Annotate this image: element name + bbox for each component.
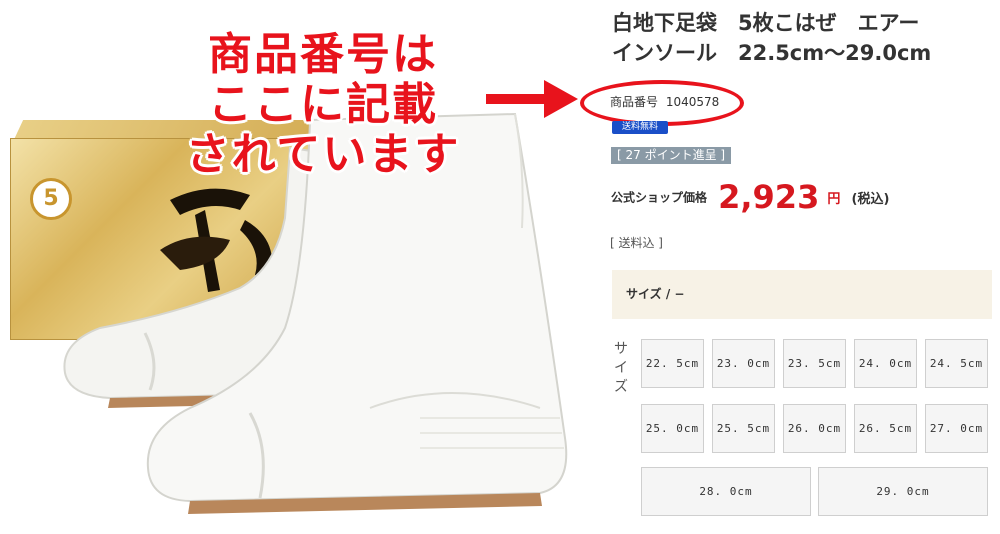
- size-option-25-5[interactable]: 25. 5cm: [712, 404, 775, 453]
- size-option-26-5[interactable]: 26. 5cm: [854, 404, 917, 453]
- size-option-23-5[interactable]: 23. 5cm: [783, 339, 846, 388]
- annotation-text: 商品番号は ここに記載 されています: [178, 30, 468, 180]
- size-option-27-0[interactable]: 27. 0cm: [925, 404, 988, 453]
- size-option-22-5[interactable]: 22. 5cm: [641, 339, 704, 388]
- size-option-29-0[interactable]: 29. 0cm: [818, 467, 988, 516]
- price-value: 2,923: [718, 178, 820, 216]
- annotation-line-2: ここに記載: [208, 79, 438, 130]
- shipping-note: [ 送料込 ]: [610, 236, 663, 250]
- right-arrow-icon: [486, 80, 578, 118]
- annotation-line-3: されています: [185, 129, 461, 180]
- size-option-26-0[interactable]: 26. 0cm: [783, 404, 846, 453]
- product-title: 白地下足袋 5枚こはぜ エアー インソール 22.5cm〜29.0cm: [612, 8, 997, 68]
- size-option-25-0[interactable]: 25. 0cm: [641, 404, 704, 453]
- price-tax-note: (税込): [851, 191, 890, 207]
- size-label-char-1: サ: [614, 341, 628, 357]
- size-option-23-0[interactable]: 23. 0cm: [712, 339, 775, 388]
- size-options: 22. 5cm 23. 0cm 23. 5cm 24. 0cm 24. 5cm …: [641, 339, 993, 519]
- price-label: 公式ショップ価格: [611, 190, 708, 205]
- size-label-char-2: イ: [614, 360, 628, 376]
- price-block: 公式ショップ価格 2,923 円 (税込): [611, 178, 889, 216]
- product-title-line-2: インソール 22.5cm〜29.0cm: [612, 41, 932, 65]
- size-label-char-3: ズ: [614, 379, 628, 395]
- annotation-line-1: 商品番号は: [208, 29, 438, 80]
- highlight-circle: [580, 80, 744, 126]
- product-title-line-1: 白地下足袋 5枚こはぜ エアー: [612, 11, 920, 35]
- free-shipping-badge: 送料無料: [612, 121, 668, 134]
- size-vertical-label: サ イ ズ: [612, 340, 630, 397]
- size-option-24-0[interactable]: 24. 0cm: [854, 339, 917, 388]
- price-unit: 円: [827, 191, 841, 207]
- size-option-28-0[interactable]: 28. 0cm: [641, 467, 811, 516]
- size-option-24-5[interactable]: 24. 5cm: [925, 339, 988, 388]
- points-badge: [ 27 ポイント進呈 ]: [611, 147, 732, 164]
- size-selection-header: サイズ / −: [612, 270, 992, 319]
